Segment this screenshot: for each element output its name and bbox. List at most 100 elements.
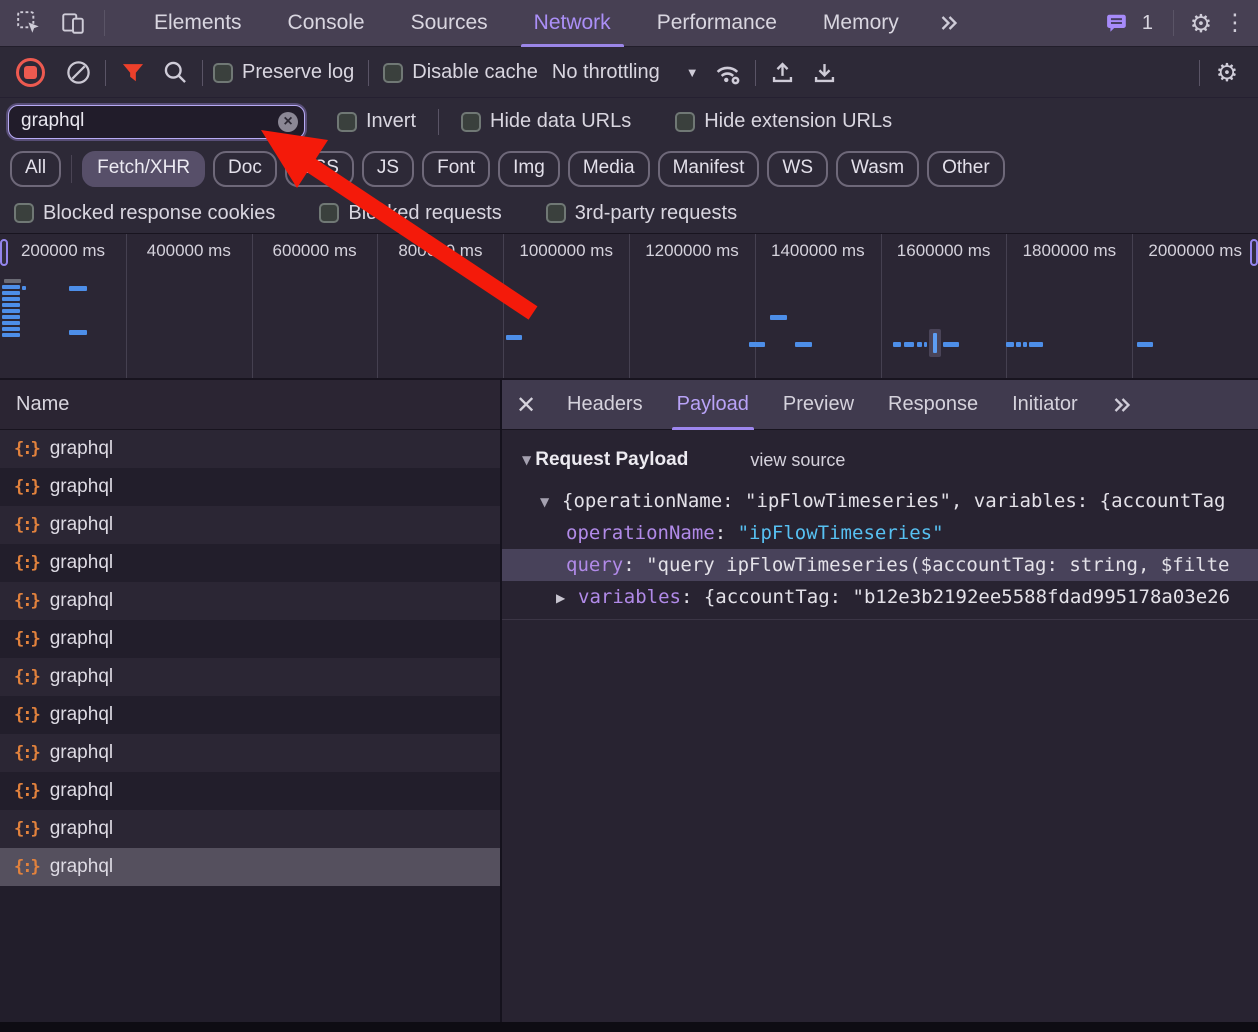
network-request-row[interactable]: {:}graphql	[0, 468, 500, 506]
code-segment: "ipFlowTimeseries"	[738, 522, 944, 544]
details-tab-headers[interactable]: Headers	[550, 380, 660, 430]
checkbox-box[interactable]	[337, 112, 357, 132]
network-request-row[interactable]: {:}graphql	[0, 620, 500, 658]
type-filter-media[interactable]: Media	[568, 151, 650, 187]
hide-extension-urls-checkbox[interactable]: Hide extension URLs	[675, 110, 892, 133]
device-toolbar-icon-svg	[60, 10, 86, 36]
type-filter-css[interactable]: CSS	[285, 151, 354, 187]
network-request-row[interactable]: {:}graphql	[0, 696, 500, 734]
checkbox-box[interactable]	[319, 203, 339, 223]
payload-line[interactable]: ▼{operationName: "ipFlowTimeseries", var…	[502, 485, 1258, 517]
issues-count[interactable]: 1	[1142, 12, 1153, 35]
device-toolbar-icon[interactable]	[56, 6, 90, 40]
disable-cache-label: Disable cache	[412, 61, 538, 84]
checkbox-box[interactable]	[14, 203, 34, 223]
network-request-row[interactable]: {:}graphql	[0, 772, 500, 810]
timeline-left-handle[interactable]	[0, 239, 8, 266]
collapse-section-icon[interactable]: ▼	[522, 453, 531, 467]
close-details-icon[interactable]: ✕	[502, 380, 550, 430]
import-har-icon[interactable]	[766, 56, 800, 90]
settings-gear-icon[interactable]: ⚙	[1184, 6, 1218, 40]
timeline-gridline	[503, 234, 504, 378]
checkbox-box[interactable]	[383, 63, 403, 83]
network-request-row[interactable]: {:}graphql	[0, 734, 500, 772]
checkbox-box[interactable]	[546, 203, 566, 223]
network-request-row[interactable]: {:}graphql	[0, 544, 500, 582]
blocked-response-cookies-checkbox[interactable]: Blocked response cookies	[14, 202, 275, 225]
type-filter-img[interactable]: Img	[498, 151, 560, 187]
payload-line[interactable]: query: "query ipFlowTimeseries($accountT…	[502, 549, 1258, 581]
checkbox-box[interactable]	[213, 63, 233, 83]
view-source-link[interactable]: view source	[750, 450, 845, 471]
tab-sources[interactable]: Sources	[388, 0, 511, 47]
export-har-icon[interactable]	[808, 56, 842, 90]
details-tab-strip: HeadersPayloadPreviewResponseInitiator	[550, 380, 1095, 430]
payload-line[interactable]: operationName: "ipFlowTimeseries"	[502, 517, 1258, 549]
throttling-dropdown[interactable]: No throttling ▼	[552, 61, 699, 84]
network-request-row[interactable]: {:}graphql	[0, 582, 500, 620]
checkbox-box[interactable]	[461, 112, 481, 132]
code-segment: variables	[578, 586, 681, 608]
timeline-request-bar	[2, 315, 20, 319]
inspect-element-icon[interactable]	[12, 6, 46, 40]
type-filter-js[interactable]: JS	[362, 151, 414, 187]
issues-icon[interactable]	[1100, 6, 1134, 40]
clear-filter-icon[interactable]: ×	[278, 112, 298, 132]
checkbox-box[interactable]	[675, 112, 695, 132]
3rd-party-requests-checkbox[interactable]: 3rd-party requests	[546, 202, 737, 225]
network-request-row[interactable]: {:}graphql	[0, 848, 500, 886]
blocked-requests-checkbox[interactable]: Blocked requests	[319, 202, 501, 225]
details-tab-initiator[interactable]: Initiator	[995, 380, 1095, 430]
preserve-log-checkbox[interactable]: Preserve log	[213, 61, 354, 84]
issues-bubble-svg	[1106, 13, 1128, 33]
timeline-tick-label: 1600000 ms	[881, 241, 1007, 261]
devtools-window: ElementsConsoleSourcesNetworkPerformance…	[0, 0, 1258, 1032]
tab-performance[interactable]: Performance	[634, 0, 800, 47]
disable-cache-checkbox[interactable]: Disable cache	[383, 61, 538, 84]
hide-data-urls-checkbox[interactable]: Hide data URLs	[461, 110, 631, 133]
network-conditions-icon[interactable]	[711, 56, 745, 90]
network-request-row[interactable]: {:}graphql	[0, 430, 500, 468]
tab-console[interactable]: Console	[265, 0, 388, 47]
filter-icon[interactable]	[116, 56, 150, 90]
more-details-tabs-icon[interactable]	[1095, 395, 1149, 415]
details-tab-preview[interactable]: Preview	[766, 380, 871, 430]
tab-network[interactable]: Network	[511, 0, 634, 47]
network-request-row[interactable]: {:}graphql	[0, 810, 500, 848]
request-name: graphql	[50, 742, 113, 764]
timeline-request-bar	[22, 286, 26, 290]
type-filter-font[interactable]: Font	[422, 151, 490, 187]
type-filter-all[interactable]: All	[10, 151, 61, 187]
braces-icon: {:}	[14, 705, 39, 725]
type-filter-wasm[interactable]: Wasm	[836, 151, 919, 187]
filter-input[interactable]	[8, 105, 305, 139]
tab-memory[interactable]: Memory	[800, 0, 922, 47]
payload-divider	[502, 619, 1258, 620]
details-tab-payload[interactable]: Payload	[660, 380, 766, 430]
network-request-row[interactable]: {:}graphql	[0, 658, 500, 696]
collapse-icon[interactable]: ▼	[540, 486, 549, 517]
type-filter-fetch-xhr[interactable]: Fetch/XHR	[82, 151, 205, 187]
network-request-row[interactable]: {:}graphql	[0, 506, 500, 544]
type-filter-doc[interactable]: Doc	[213, 151, 277, 187]
type-filter-manifest[interactable]: Manifest	[658, 151, 760, 187]
network-overview-timeline[interactable]: 200000 ms400000 ms600000 ms800000 ms1000…	[0, 233, 1258, 380]
tab-elements[interactable]: Elements	[131, 0, 265, 47]
expand-icon[interactable]: ▶	[556, 582, 565, 613]
timeline-right-handle[interactable]	[1250, 239, 1258, 266]
timeline-gridline	[252, 234, 253, 378]
kebab-menu-icon[interactable]: ⋮	[1218, 6, 1252, 40]
timeline-request-bar	[924, 342, 927, 347]
network-settings-gear-icon[interactable]: ⚙	[1210, 56, 1244, 90]
details-tab-response[interactable]: Response	[871, 380, 995, 430]
record-network-log-button[interactable]	[16, 58, 45, 87]
clear-network-log-icon[interactable]	[61, 56, 95, 90]
invert-checkbox[interactable]: Invert	[337, 110, 416, 133]
payload-line[interactable]: ▶variables: {accountTag: "b12e3b2192ee55…	[502, 581, 1258, 613]
type-filter-ws[interactable]: WS	[767, 151, 828, 187]
more-tabs-icon[interactable]	[922, 13, 976, 33]
type-filter-other[interactable]: Other	[927, 151, 1005, 187]
name-column-header[interactable]: Name	[0, 380, 500, 430]
request-name: graphql	[50, 514, 113, 536]
search-icon[interactable]	[158, 56, 192, 90]
